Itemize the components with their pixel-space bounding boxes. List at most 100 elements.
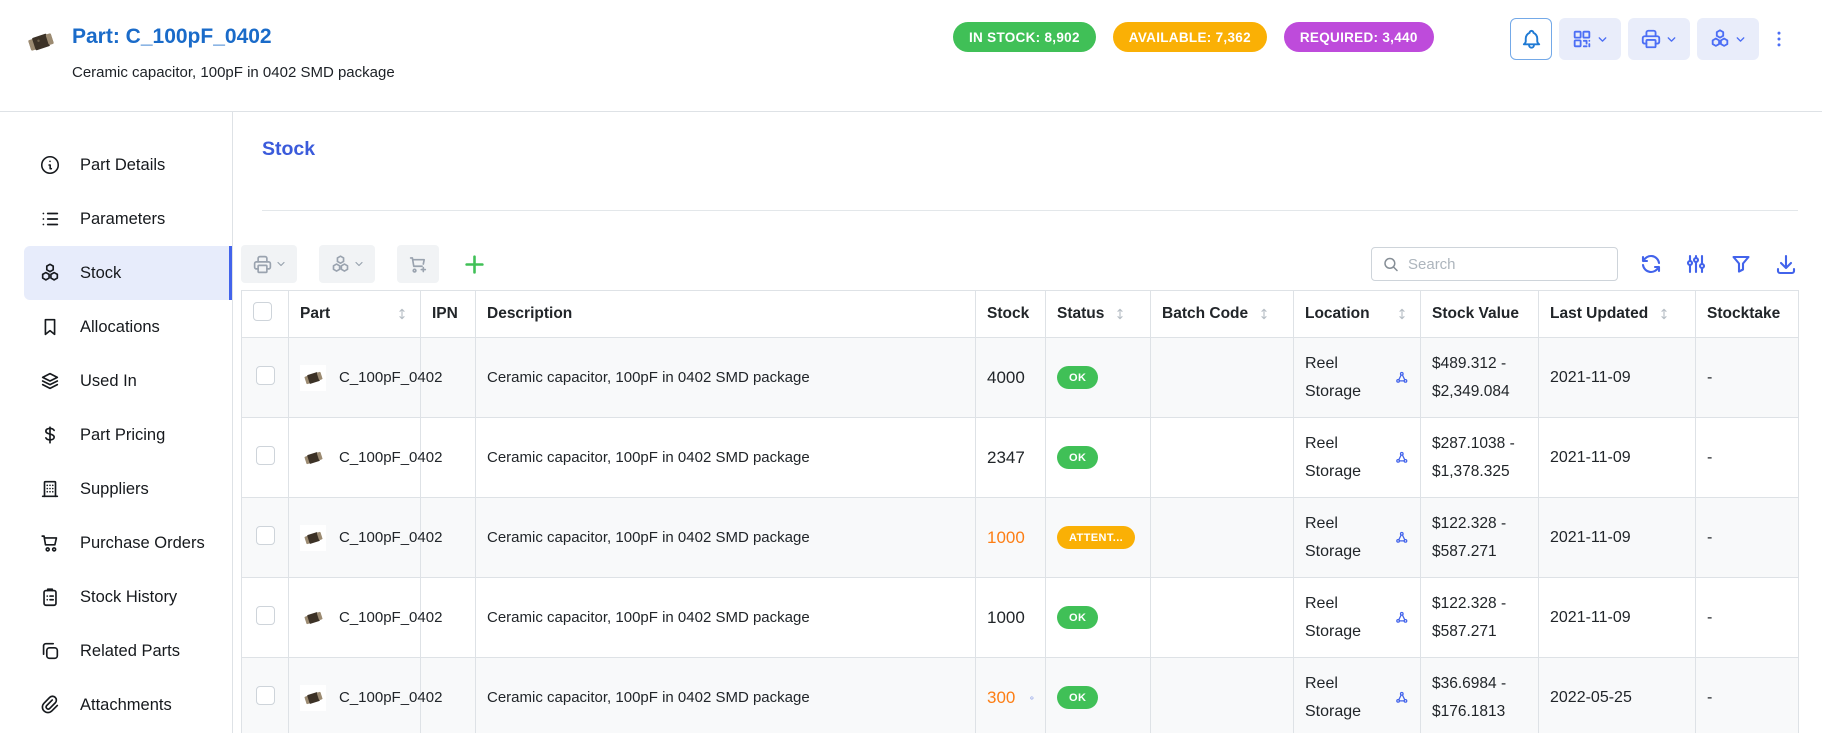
sidebar-item-stock-history[interactable]: Stock History — [0, 570, 232, 624]
sidebar-item-used-in[interactable]: Used In — [0, 354, 232, 408]
sidebar-item-label: Used In — [80, 372, 137, 391]
print-button[interactable] — [241, 245, 297, 283]
sort-icon — [395, 307, 409, 321]
order-stock-button[interactable] — [397, 245, 439, 283]
row-checkbox[interactable] — [256, 526, 275, 545]
status-badge: OK — [1057, 446, 1098, 469]
last-updated-cell: 2021-11-09 — [1550, 369, 1631, 386]
sidebar-item-related-parts[interactable]: Related Parts — [0, 624, 232, 678]
column-header-status[interactable]: Status — [1046, 291, 1151, 338]
stock-value-cell: $489.312 - $2,349.084 — [1432, 355, 1510, 399]
location-link[interactable]: Reel Storage — [1305, 590, 1389, 644]
sidebar-item-part-pricing[interactable]: Part Pricing — [0, 408, 232, 462]
stocktake-cell: - — [1707, 449, 1712, 466]
sitemap-icon[interactable] — [1395, 610, 1409, 625]
table-settings-button[interactable] — [1684, 252, 1708, 276]
sidebar-item-label: Parameters — [80, 210, 165, 229]
sitemap-icon[interactable] — [1395, 530, 1409, 545]
bell-icon — [1520, 28, 1543, 51]
stock-badges: IN STOCK: 8,902 AVAILABLE: 7,362 REQUIRE… — [953, 22, 1434, 52]
select-all-checkbox[interactable] — [253, 302, 272, 321]
stocktake-cell: - — [1707, 529, 1712, 546]
part-name[interactable]: C_100pF_0402 — [339, 689, 442, 706]
stock-value-cell: $122.328 - $587.271 — [1432, 595, 1506, 639]
part-name[interactable]: C_100pF_0402 — [339, 449, 442, 466]
batch-code-cell — [1151, 658, 1294, 733]
part-name[interactable]: C_100pF_0402 — [339, 529, 442, 546]
row-checkbox[interactable] — [256, 686, 275, 705]
sort-icon — [1257, 307, 1271, 321]
description-cell: Ceramic capacitor, 100pF in 0402 SMD pac… — [487, 686, 810, 710]
location-link[interactable]: Reel Storage — [1305, 510, 1389, 564]
add-stock-item-button[interactable] — [459, 249, 489, 279]
sidebar-item-label: Stock History — [80, 588, 177, 607]
column-header-part[interactable]: Part — [289, 291, 421, 338]
stack-icon — [39, 370, 61, 392]
stock-quantity: 4000 — [987, 368, 1025, 388]
filter-icon — [1729, 252, 1753, 276]
sidebar-item-purchase-orders[interactable]: Purchase Orders — [0, 516, 232, 570]
row-checkbox[interactable] — [256, 446, 275, 465]
column-header-description[interactable]: Description — [476, 291, 976, 338]
qr-code-icon — [1571, 28, 1593, 50]
sidebar-item-stock[interactable]: Stock — [24, 246, 232, 300]
table-search[interactable] — [1371, 247, 1618, 281]
overflow-menu-button[interactable] — [1766, 18, 1792, 60]
sidebar-item-attachments[interactable]: Attachments — [0, 678, 232, 732]
column-header-batch-code[interactable]: Batch Code — [1151, 291, 1294, 338]
last-updated-cell: 2021-11-09 — [1550, 529, 1631, 546]
location-link[interactable]: Reel Storage — [1305, 350, 1389, 404]
sidebar-item-allocations[interactable]: Allocations — [0, 300, 232, 354]
description-cell: Ceramic capacitor, 100pF in 0402 SMD pac… — [487, 606, 810, 630]
part-thumbnail[interactable] — [26, 30, 56, 54]
row-checkbox[interactable] — [256, 366, 275, 385]
row-checkbox[interactable] — [256, 606, 275, 625]
part-sidebar: Part Details Parameters Stock Allocation… — [0, 112, 233, 733]
sort-icon — [1113, 307, 1127, 321]
part-header: Part: C_100pF_0402 Ceramic capacitor, 10… — [0, 0, 1822, 112]
notifications-button[interactable] — [1510, 18, 1552, 60]
stock-actions-dropdown-button[interactable] — [319, 245, 375, 283]
print-actions-button[interactable] — [1628, 18, 1690, 60]
part-thumbnail — [300, 445, 326, 471]
column-header-stock[interactable]: Stock — [976, 291, 1046, 338]
stock-quantity: 1000 — [987, 608, 1025, 628]
column-header-stocktake[interactable]: Stocktake — [1696, 291, 1799, 338]
filter-button[interactable] — [1729, 252, 1753, 276]
location-link[interactable]: Reel Storage — [1305, 430, 1389, 484]
search-input[interactable] — [1408, 256, 1607, 273]
stock-row[interactable]: C_100pF_0402 Ceramic capacitor, 100pF in… — [242, 498, 1799, 578]
refresh-icon — [1639, 252, 1663, 276]
info-icon[interactable] — [1030, 689, 1034, 707]
chevron-down-icon — [275, 258, 287, 270]
location-link[interactable]: Reel Storage — [1305, 670, 1389, 724]
chevron-down-icon — [1734, 33, 1747, 46]
column-header-ipn[interactable]: IPN — [421, 291, 476, 338]
part-name[interactable]: C_100pF_0402 — [339, 369, 442, 386]
column-header-stock-value[interactable]: Stock Value — [1421, 291, 1539, 338]
clipboard-list-icon — [39, 586, 61, 608]
description-cell: Ceramic capacitor, 100pF in 0402 SMD pac… — [487, 446, 810, 470]
sidebar-item-label: Related Parts — [80, 642, 180, 661]
stock-row[interactable]: C_100pF_0402 Ceramic capacitor, 100pF in… — [242, 578, 1799, 658]
download-button[interactable] — [1774, 252, 1798, 276]
column-header-last-updated[interactable]: Last Updated — [1539, 291, 1696, 338]
sitemap-icon[interactable] — [1395, 370, 1409, 385]
last-updated-cell: 2021-11-09 — [1550, 449, 1631, 466]
sidebar-item-part-details[interactable]: Part Details — [0, 138, 232, 192]
stock-row[interactable]: C_100pF_0402 Ceramic capacitor, 100pF in… — [242, 338, 1799, 418]
stock-row[interactable]: C_100pF_0402 Ceramic capacitor, 100pF in… — [242, 418, 1799, 498]
sidebar-item-parameters[interactable]: Parameters — [0, 192, 232, 246]
stock-row[interactable]: C_100pF_0402 Ceramic capacitor, 100pF in… — [242, 658, 1799, 733]
sidebar-item-suppliers[interactable]: Suppliers — [0, 462, 232, 516]
part-thumbnail — [300, 605, 326, 631]
cart-plus-icon — [408, 254, 429, 275]
sitemap-icon[interactable] — [1395, 690, 1409, 705]
column-header-location[interactable]: Location — [1294, 291, 1421, 338]
part-name[interactable]: C_100pF_0402 — [339, 609, 442, 626]
download-icon — [1774, 252, 1798, 276]
stock-actions-button[interactable] — [1697, 18, 1759, 60]
sitemap-icon[interactable] — [1395, 450, 1409, 465]
barcode-actions-button[interactable] — [1559, 18, 1621, 60]
refresh-button[interactable] — [1639, 252, 1663, 276]
